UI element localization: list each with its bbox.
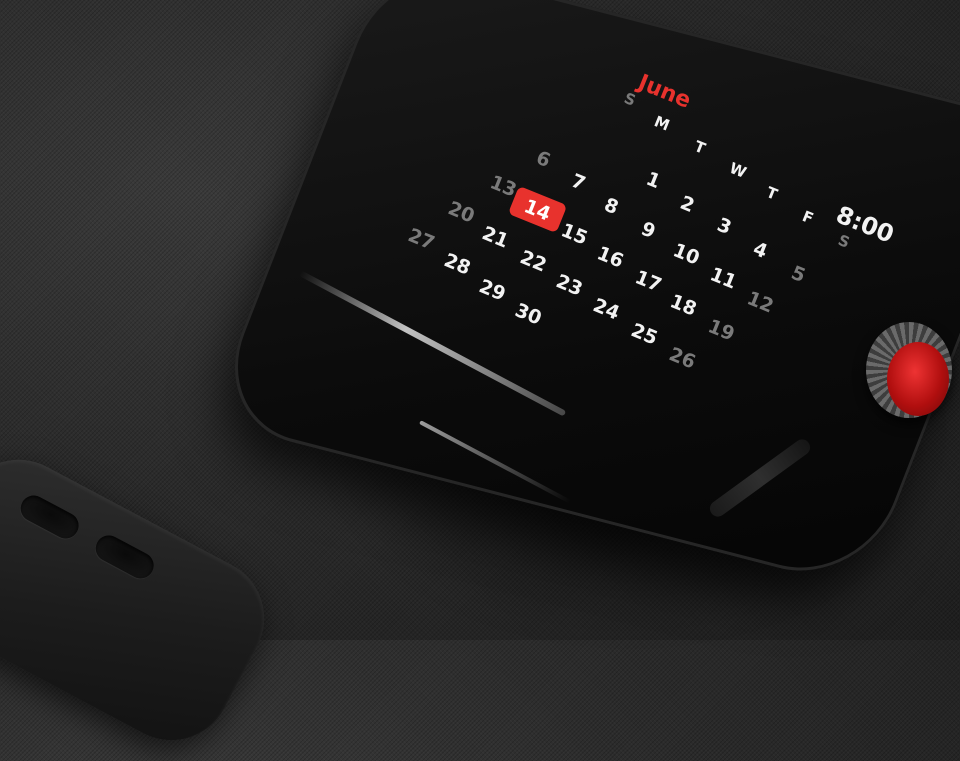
band-hole xyxy=(91,530,159,583)
band-hole xyxy=(16,490,84,544)
photo-scene: June 8:00 S M T W T F S 6 7 1 2 3 4 5 13 14 8 9 10 11 12 20 21 15… xyxy=(0,0,960,761)
digital-crown-red-dot xyxy=(887,342,949,416)
watch-band xyxy=(0,438,286,761)
